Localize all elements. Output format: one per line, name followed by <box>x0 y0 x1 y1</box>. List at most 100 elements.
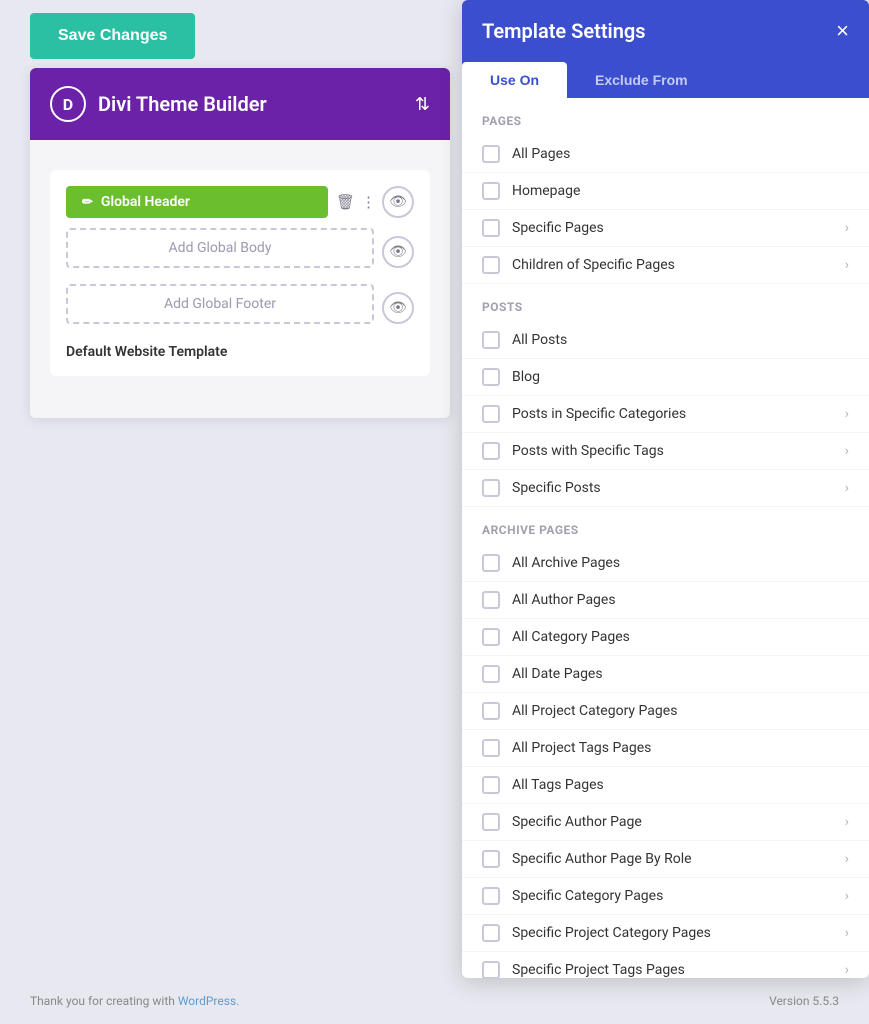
arrow-icon: › <box>845 851 849 867</box>
arrow-icon: › <box>845 257 849 273</box>
list-item[interactable]: Blog <box>462 359 869 396</box>
list-item[interactable]: Children of Specific Pages › <box>462 247 869 284</box>
list-item[interactable]: Specific Pages › <box>462 210 869 247</box>
pages-section-label: Pages <box>462 98 869 136</box>
list-item[interactable]: Homepage <box>462 173 869 210</box>
eye-btn-footer[interactable]: 👁 <box>382 292 414 324</box>
arrow-icon: › <box>845 962 849 978</box>
item-label-all-date: All Date Pages <box>512 666 849 682</box>
eye-btn-body[interactable]: 👁 <box>382 236 414 268</box>
checkbox-all-posts[interactable] <box>482 331 500 349</box>
divi-content: ✏ Global Header 🗑 ⋮ 👁 Add Global Body 👁 <box>30 140 450 418</box>
checkbox-children[interactable] <box>482 256 500 274</box>
item-label-all-author: All Author Pages <box>512 592 849 608</box>
checkbox-specific-author[interactable] <box>482 813 500 831</box>
list-item[interactable]: Specific Category Pages › <box>462 878 869 915</box>
list-item[interactable]: All Project Category Pages <box>462 693 869 730</box>
footer-text: Thank you for creating with WordPress. <box>30 994 239 1008</box>
arrow-icon: › <box>845 220 849 236</box>
modal-body: Pages All Pages Homepage Specific Pages … <box>462 98 869 978</box>
add-global-body-btn[interactable]: Add Global Body <box>66 228 374 268</box>
eye-btn-header[interactable]: 👁 <box>382 186 414 218</box>
gh-actions: 🗑 ⋮ 👁 <box>336 186 414 218</box>
item-label-specific-author: Specific Author Page <box>512 814 845 830</box>
checkbox-all-project-tags[interactable] <box>482 739 500 757</box>
list-item[interactable]: All Tags Pages <box>462 767 869 804</box>
wordpress-link[interactable]: WordPress. <box>178 994 239 1008</box>
global-header-btn[interactable]: ✏ Global Header <box>66 186 328 218</box>
template-name: Default Website Template <box>66 344 414 360</box>
list-item[interactable]: All Pages <box>462 136 869 173</box>
modal-header: Template Settings × <box>462 0 869 62</box>
pencil-icon: ✏ <box>82 195 93 210</box>
checkbox-posts-tags[interactable] <box>482 442 500 460</box>
save-changes-button[interactable]: Save Changes <box>30 13 195 59</box>
add-global-body-label: Add Global Body <box>169 240 272 256</box>
checkbox-blog[interactable] <box>482 368 500 386</box>
archive-section-label: Archive Pages <box>462 507 869 545</box>
add-global-footer-btn[interactable]: Add Global Footer <box>66 284 374 324</box>
add-global-footer-label: Add Global Footer <box>164 296 276 312</box>
tab-use-on[interactable]: Use On <box>462 62 567 98</box>
divi-header-right-icon: ⇅ <box>415 94 430 115</box>
item-label-specific-category: Specific Category Pages <box>512 888 845 904</box>
trash-icon[interactable]: 🗑 <box>336 193 355 211</box>
modal-close-button[interactable]: × <box>836 18 849 44</box>
modal-tabs: Use On Exclude From <box>462 62 869 98</box>
global-header-label: Global Header <box>101 194 190 210</box>
arrow-icon: › <box>845 814 849 830</box>
list-item[interactable]: All Posts <box>462 322 869 359</box>
checkbox-specific-posts[interactable] <box>482 479 500 497</box>
item-label-all-project-category: All Project Category Pages <box>512 703 849 719</box>
tab-exclude-from[interactable]: Exclude From <box>567 62 716 98</box>
checkbox-all-tags[interactable] <box>482 776 500 794</box>
version-text: Version 5.5.3 <box>769 994 839 1008</box>
list-item[interactable]: Specific Author Page › <box>462 804 869 841</box>
checkbox-all-project-category[interactable] <box>482 702 500 720</box>
checkbox-homepage[interactable] <box>482 182 500 200</box>
global-header-row: ✏ Global Header 🗑 ⋮ 👁 <box>66 186 414 218</box>
list-item[interactable]: All Date Pages <box>462 656 869 693</box>
list-item[interactable]: Posts in Specific Categories › <box>462 396 869 433</box>
list-item[interactable]: Posts with Specific Tags › <box>462 433 869 470</box>
checkbox-specific-project-category[interactable] <box>482 924 500 942</box>
checkbox-specific-project-tags[interactable] <box>482 961 500 978</box>
modal-title: Template Settings <box>482 19 646 43</box>
checkbox-all-date[interactable] <box>482 665 500 683</box>
divi-panel-title: Divi Theme Builder <box>98 92 267 116</box>
item-label-all-archive: All Archive Pages <box>512 555 849 571</box>
divi-theme-builder-panel: D Divi Theme Builder ⇅ ✏ Global Header 🗑… <box>30 68 450 418</box>
more-icon[interactable]: ⋮ <box>361 193 376 211</box>
divi-header: D Divi Theme Builder ⇅ <box>30 68 450 140</box>
checkbox-all-archive[interactable] <box>482 554 500 572</box>
item-label-specific-posts: Specific Posts <box>512 480 845 496</box>
item-label-all-tags: All Tags Pages <box>512 777 849 793</box>
posts-section-label: Posts <box>462 284 869 322</box>
list-item[interactable]: All Archive Pages <box>462 545 869 582</box>
item-label-posts-categories: Posts in Specific Categories <box>512 406 845 422</box>
checkbox-specific-author-role[interactable] <box>482 850 500 868</box>
divi-logo: D <box>50 86 86 122</box>
item-label-all-posts: All Posts <box>512 332 849 348</box>
list-item[interactable]: Specific Project Tags Pages › <box>462 952 869 978</box>
item-label-all-pages: All Pages <box>512 146 849 162</box>
arrow-icon: › <box>845 925 849 941</box>
list-item[interactable]: All Project Tags Pages <box>462 730 869 767</box>
item-label-specific-author-role: Specific Author Page By Role <box>512 851 845 867</box>
item-label-homepage: Homepage <box>512 183 849 199</box>
arrow-icon: › <box>845 480 849 496</box>
item-label-blog: Blog <box>512 369 849 385</box>
checkbox-all-category[interactable] <box>482 628 500 646</box>
item-label-all-category: All Category Pages <box>512 629 849 645</box>
checkbox-specific-pages[interactable] <box>482 219 500 237</box>
list-item[interactable]: All Category Pages <box>462 619 869 656</box>
list-item[interactable]: Specific Author Page By Role › <box>462 841 869 878</box>
checkbox-all-pages[interactable] <box>482 145 500 163</box>
list-item[interactable]: All Author Pages <box>462 582 869 619</box>
checkbox-posts-categories[interactable] <box>482 405 500 423</box>
arrow-icon: › <box>845 443 849 459</box>
list-item[interactable]: Specific Project Category Pages › <box>462 915 869 952</box>
list-item[interactable]: Specific Posts › <box>462 470 869 507</box>
checkbox-specific-category[interactable] <box>482 887 500 905</box>
checkbox-all-author[interactable] <box>482 591 500 609</box>
